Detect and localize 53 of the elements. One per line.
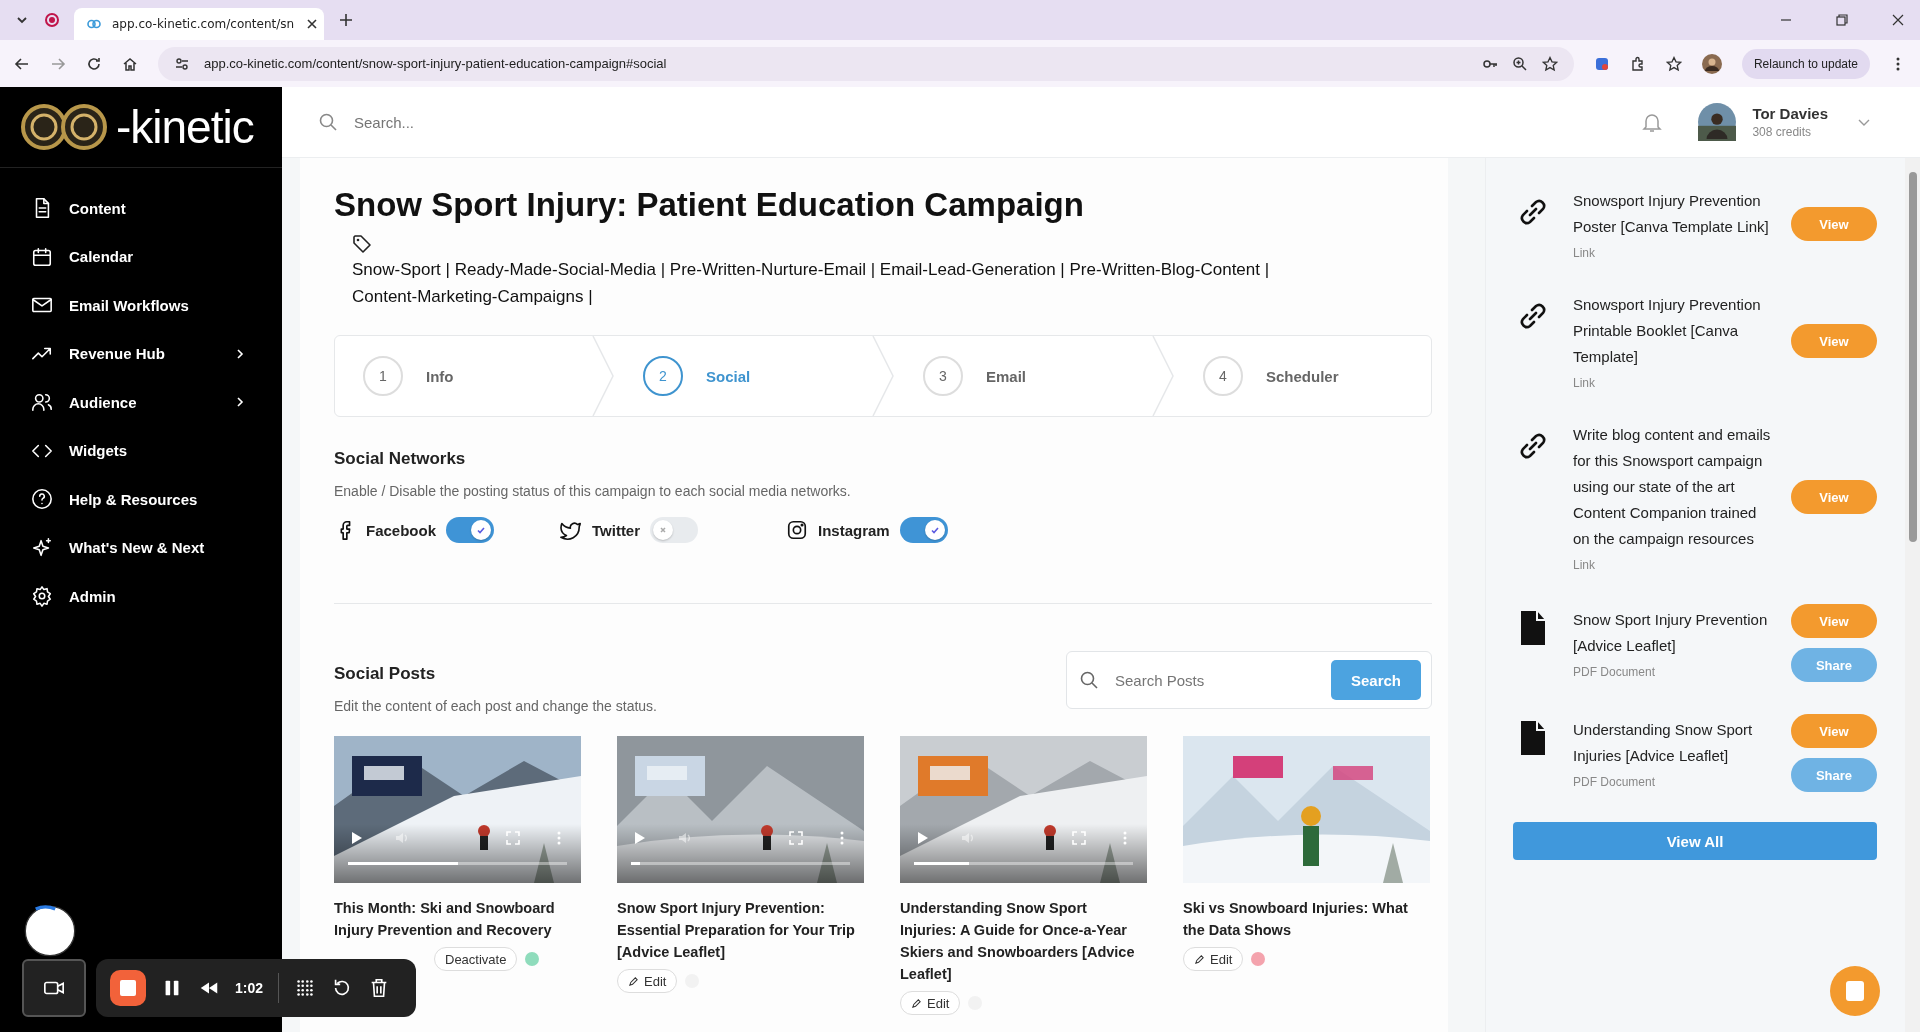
search-field[interactable]: Search... — [352, 112, 718, 132]
sidebar-item[interactable]: Content — [0, 184, 282, 233]
logo-text: -kinetic — [116, 100, 254, 154]
section-description: Enable / Disable the posting status of this campaign to each social media networks. — [334, 483, 852, 499]
section-description: Edit the content of each post and change the status. — [334, 698, 657, 714]
relaunch-button[interactable]: Relaunch to update — [1741, 48, 1870, 79]
page-title: Snow Sport Injury: Patient Education Campaign — [334, 186, 1085, 224]
sidebar-item[interactable]: Audience — [0, 378, 282, 427]
section-heading: Social Posts — [334, 664, 437, 684]
sidebar-item[interactable]: Admin — [0, 572, 282, 621]
resource-title: Understanding Snow Sport Injuries [Advice Leaflet] — [1573, 720, 1754, 766]
address-bar[interactable]: app.co-kinetic.com/content/snow-sport-injury-patient-education-campaign#social — [158, 46, 1574, 81]
sidebar-item[interactable]: Calendar — [0, 232, 282, 281]
resource-type: PDF Document — [1573, 775, 1657, 789]
step-number: 3 — [923, 356, 963, 396]
sidebar-item[interactable]: Revenue Hub — [0, 329, 282, 378]
resource-title: Snowsport Injury Prevention Poster [Canva Template Link] — [1573, 191, 1770, 237]
edit-button[interactable]: Edit — [1183, 947, 1244, 971]
resource-type: Link — [1573, 558, 1596, 572]
sidebar-item[interactable]: What's New & Next — [0, 523, 282, 572]
tab-title: app.co-kinetic.com/content/sn — [112, 17, 295, 31]
resource-title: Snowsport Injury Prevention Printable Booklet [Canva Template] — [1573, 295, 1762, 367]
post-title: Understanding Snow Sport Injuries: A Guide for Once-a-Year Skiers and Snowboarders [Advice Leaflet] — [900, 899, 1136, 984]
browser-tab[interactable]: app.co-kinetic.com/content/sn — [74, 8, 324, 40]
step-number: 4 — [1203, 356, 1243, 396]
sidebar-item[interactable]: Email Workflows — [0, 281, 282, 330]
sidebar-item[interactable]: Widgets — [0, 426, 282, 475]
section-heading: Social Networks — [334, 449, 467, 469]
post-title: Snow Sport Injury Prevention: Essential Preparation for Your Trip [Advice Leaflet] — [617, 899, 856, 962]
recording-time: 1:02 — [235, 980, 264, 996]
step-number: 1 — [363, 356, 403, 396]
resource-title: Snow Sport Injury Prevention [Advice Leaflet] — [1573, 610, 1769, 656]
tag-list: Snow-Sport | Ready-Made-Social-Media | Pre-Written-Nurture-Email | Email-Lead-Generation | Pre-Written-Blog-Content | Content-Marketing-Campaigns | — [352, 256, 1322, 310]
resource-title: Write blog content and emails for this Snowsport campaign using our state of the art Content Companion trained on the campaign resources — [1573, 425, 1771, 549]
step-tab[interactable]: 3 Email — [895, 336, 1151, 416]
edit-button[interactable]: Edit — [900, 991, 961, 1015]
step-tab[interactable]: 1 Info — [335, 336, 591, 416]
credit-count: 308 credits — [1752, 125, 1813, 139]
resource-type: Link — [1573, 246, 1596, 260]
edit-button[interactable]: Edit — [617, 969, 678, 993]
post-title: This Month: Ski and Snowboard Injury Prevention and Recovery — [334, 899, 556, 940]
step-number: 2 — [643, 356, 683, 396]
url-text: app.co-kinetic.com/content/snow-sport-injury-patient-education-campaign#social — [204, 56, 667, 71]
step-tab[interactable]: 4 Scheduler — [1175, 336, 1431, 416]
resource-type: PDF Document — [1573, 665, 1657, 679]
sidebar-item[interactable]: Help & Resources — [0, 475, 282, 524]
post-title: Ski vs Snowboard Injuries: What the Data Shows — [1183, 899, 1409, 940]
user-name: Tor Davies — [1752, 105, 1828, 122]
network-name: Facebook — [366, 521, 437, 539]
network-name: Twitter — [592, 521, 641, 539]
deactivate-button[interactable]: Deactivate — [434, 947, 518, 971]
resource-type: Link — [1573, 376, 1596, 390]
network-name: Instagram — [818, 521, 890, 539]
